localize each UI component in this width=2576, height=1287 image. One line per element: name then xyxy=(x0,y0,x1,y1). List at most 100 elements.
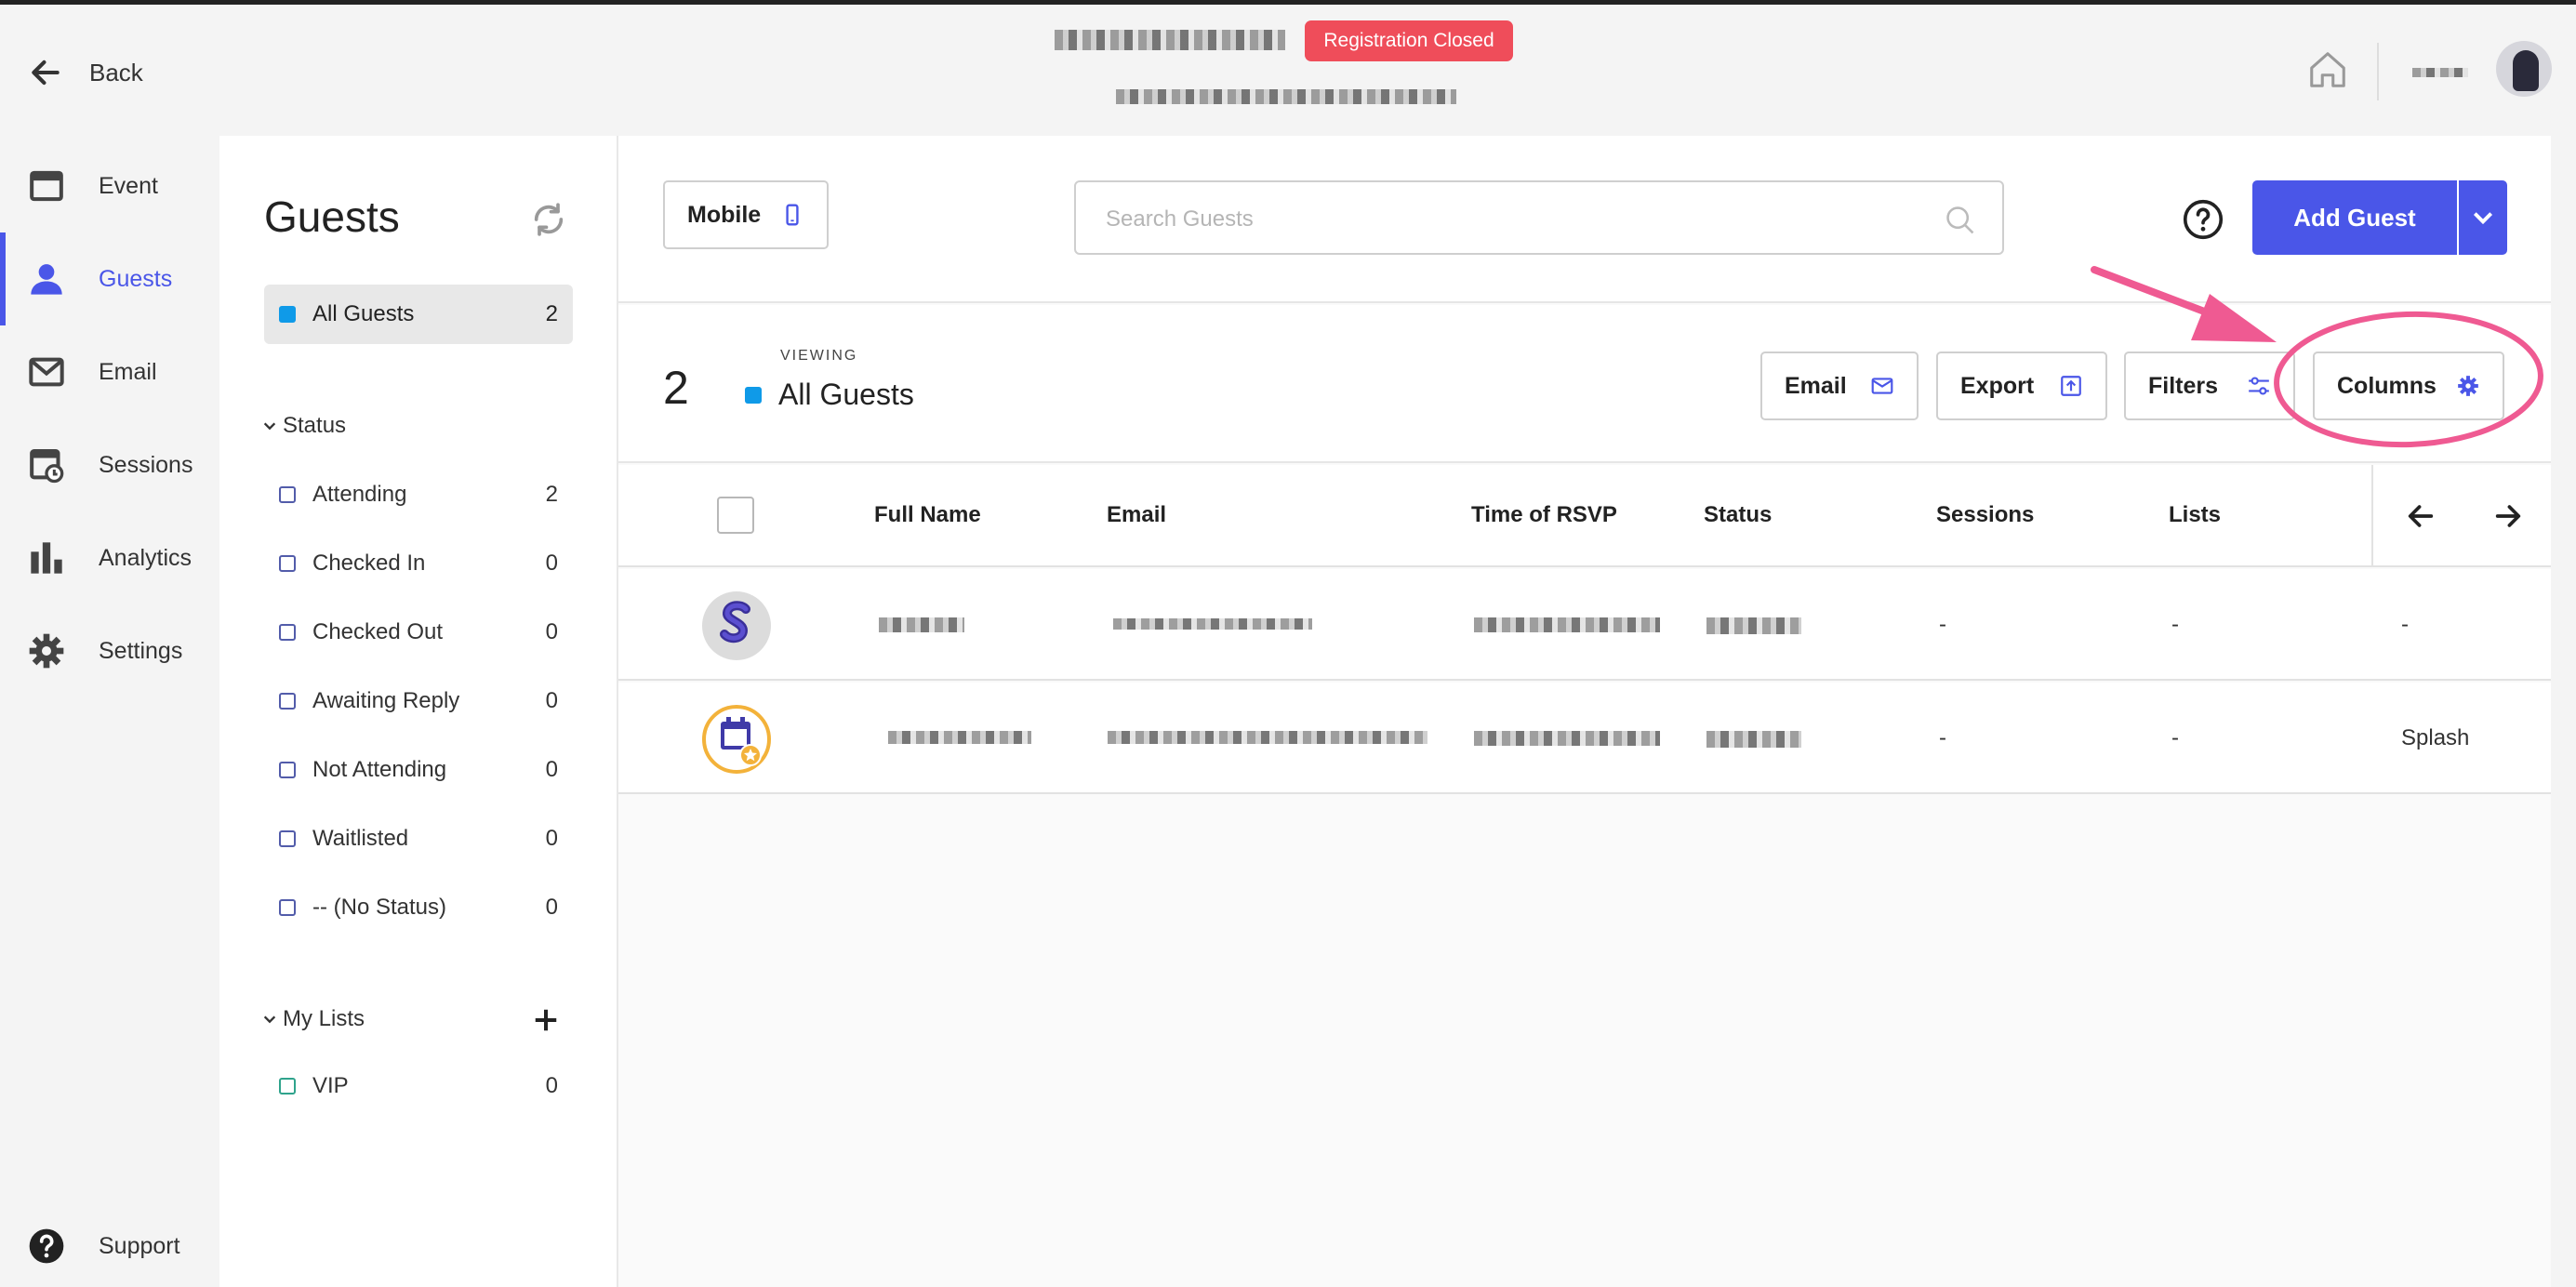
nav-item-email[interactable]: Email xyxy=(0,325,219,418)
filter-checked-in[interactable]: Checked In 0 xyxy=(279,545,573,582)
column-header-sessions[interactable]: Sessions xyxy=(1936,502,2034,528)
filter-awaiting-reply[interactable]: Awaiting Reply 0 xyxy=(279,683,573,720)
left-nav: Event Guests Email Sessions Analytics Se… xyxy=(0,139,219,697)
current-view-name: All Guests xyxy=(778,378,914,411)
event-subtitle xyxy=(1116,89,1456,109)
column-header-status[interactable]: Status xyxy=(1704,502,1772,528)
nav-item-analytics[interactable]: Analytics xyxy=(0,511,219,604)
refresh-icon[interactable] xyxy=(530,201,567,238)
checkbox[interactable] xyxy=(279,830,296,847)
current-view: All Guests xyxy=(745,378,914,412)
filters-button[interactable]: Filters xyxy=(2124,352,2295,420)
sliders-icon xyxy=(2249,377,2269,395)
column-header-email[interactable]: Email xyxy=(1107,502,1166,528)
section-label: Status xyxy=(283,413,347,438)
select-all-checkbox[interactable] xyxy=(717,497,754,534)
user-avatar[interactable] xyxy=(2496,41,2552,97)
back-button[interactable]: Back xyxy=(28,54,143,91)
guest-lists: - xyxy=(2171,725,2179,750)
filters-button-label: Filters xyxy=(2148,372,2219,399)
lists-section-toggle[interactable]: My Lists xyxy=(262,1006,365,1032)
filter-count: 0 xyxy=(545,619,558,644)
filter-label: VIP xyxy=(312,1073,349,1098)
add-list-icon[interactable] xyxy=(532,1006,560,1034)
chevron-down-icon xyxy=(263,1015,276,1024)
nav-item-event[interactable]: Event xyxy=(0,139,219,232)
mail-icon xyxy=(1871,378,1893,394)
add-guest-button[interactable]: Add Guest xyxy=(2252,180,2457,255)
checkbox[interactable] xyxy=(279,624,296,641)
arrow-right-icon[interactable] xyxy=(2492,500,2524,532)
guest-status xyxy=(1706,617,1801,634)
columns-button[interactable]: Columns xyxy=(2313,352,2504,420)
filter-checked-out[interactable]: Checked Out 0 xyxy=(279,614,573,651)
event-title xyxy=(1055,30,1285,55)
nav-item-guests[interactable]: Guests xyxy=(0,232,219,325)
filter-no-status[interactable]: -- (No Status) 0 xyxy=(279,889,573,926)
mobile-button[interactable]: Mobile xyxy=(663,180,829,249)
checkbox[interactable] xyxy=(279,1078,296,1095)
registration-status-badge: Registration Closed xyxy=(1305,20,1513,61)
nav-item-sessions[interactable]: Sessions xyxy=(0,418,219,511)
nav-label-sessions: Sessions xyxy=(99,451,193,478)
guest-avatar xyxy=(702,591,771,660)
export-icon xyxy=(2061,376,2081,396)
home-icon[interactable] xyxy=(2306,48,2349,91)
filter-label: Awaiting Reply xyxy=(312,688,460,713)
guest-full-name xyxy=(879,617,964,632)
back-label: Back xyxy=(89,58,143,86)
nav-label-email: Email xyxy=(99,358,157,385)
filter-list-vip[interactable]: VIP 0 xyxy=(279,1068,573,1105)
user-name xyxy=(2412,65,2468,82)
table-row[interactable]: - - Splash xyxy=(618,683,2551,794)
calendar-icon xyxy=(30,170,63,202)
filter-attending[interactable]: Attending 2 xyxy=(279,476,573,513)
filter-count: 2 xyxy=(545,301,558,326)
checkbox[interactable] xyxy=(279,555,296,572)
column-header-lists[interactable]: Lists xyxy=(2169,502,2221,528)
section-label: My Lists xyxy=(283,1006,365,1031)
table-header: Full Name Email Time of RSVP Status Sess… xyxy=(618,465,2551,567)
arrow-left-icon[interactable] xyxy=(2405,500,2437,532)
filter-label: Attending xyxy=(312,482,407,507)
toolbar: Mobile Add Guest xyxy=(618,136,2551,303)
nav-item-settings[interactable]: Settings xyxy=(0,604,219,697)
checkbox[interactable] xyxy=(279,762,296,778)
column-header-time-of-rsvp[interactable]: Time of RSVP xyxy=(1471,502,1617,528)
add-guest-dropdown-button[interactable] xyxy=(2459,180,2507,255)
chevron-down-icon xyxy=(2473,212,2493,225)
filter-waitlisted[interactable]: Waitlisted 0 xyxy=(279,820,573,857)
mail-icon xyxy=(29,357,64,387)
search-icon[interactable] xyxy=(1945,205,1976,236)
table-row[interactable]: - - - xyxy=(618,569,2551,681)
s-logo-icon xyxy=(720,601,750,644)
export-button[interactable]: Export xyxy=(1936,352,2107,420)
status-section-toggle[interactable]: Status xyxy=(262,413,346,439)
help-icon[interactable] xyxy=(2183,199,2224,240)
gear-icon xyxy=(29,633,64,669)
nav-label-event: Event xyxy=(99,172,158,199)
email-guests-button[interactable]: Email xyxy=(1760,352,1919,420)
color-swatch xyxy=(745,386,762,404)
checkbox[interactable] xyxy=(279,899,296,916)
column-header-full-name[interactable]: Full Name xyxy=(874,502,981,528)
checkbox[interactable] xyxy=(279,486,296,503)
search-box xyxy=(1074,180,2004,255)
filter-label: Waitlisted xyxy=(312,826,409,851)
columns-button-label: Columns xyxy=(2337,372,2437,399)
calendar-person-icon xyxy=(721,717,762,766)
filter-count: 0 xyxy=(545,895,558,920)
guests-filter-panel: Guests All Guests 2 Status Attending 2 Ch… xyxy=(219,136,618,1287)
guest-email xyxy=(1113,617,1312,632)
filter-not-attending[interactable]: Not Attending 0 xyxy=(279,751,573,789)
view-bar: 2 VIEWING All Guests Email Export Filter… xyxy=(618,305,2551,463)
search-input[interactable] xyxy=(1106,203,1924,236)
checkbox[interactable] xyxy=(279,693,296,710)
arrow-left-icon xyxy=(32,60,60,86)
filter-count: 0 xyxy=(545,1073,558,1098)
filter-all-guests[interactable]: All Guests 2 xyxy=(264,285,573,344)
filter-count: 0 xyxy=(545,551,558,576)
support-link[interactable]: Support xyxy=(28,1227,180,1265)
sessions-icon xyxy=(30,449,64,484)
guest-avatar xyxy=(702,705,771,774)
